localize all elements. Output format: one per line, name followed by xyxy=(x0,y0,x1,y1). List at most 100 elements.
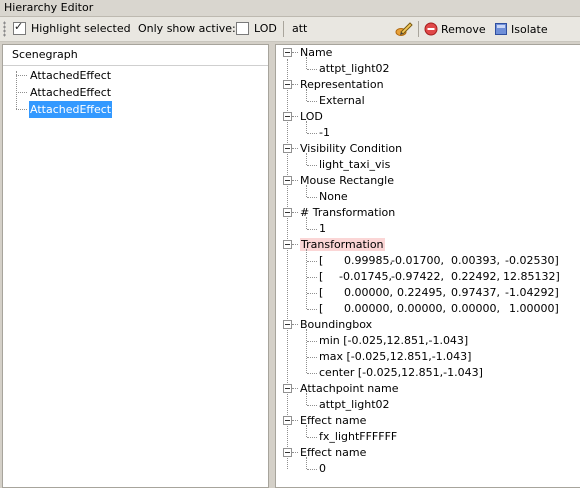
tree-leaf[interactable]: External xyxy=(276,89,576,109)
tree-line xyxy=(306,121,307,133)
tree-node-representation[interactable]: Representation xyxy=(276,77,576,93)
tree-leaf[interactable]: None xyxy=(276,185,576,205)
tree-node-name[interactable]: Name xyxy=(276,45,576,61)
matrix-row[interactable]: [ 0.00000, 0.00000, 0.00000, 1.00000] xyxy=(276,301,576,317)
tree-line xyxy=(306,457,307,469)
matrix-cell: 0.00000, xyxy=(451,302,500,315)
collapse-icon[interactable] xyxy=(283,320,292,329)
scenegraph-item-label: AttachedEffect xyxy=(30,86,112,99)
scenegraph-item[interactable]: AttachedEffect xyxy=(15,84,265,101)
tree-node-effect-name[interactable]: Effect name xyxy=(276,445,576,461)
tree-line xyxy=(16,109,27,110)
matrix-cell: -1.04292] xyxy=(505,286,559,299)
tree-node-boundingbox[interactable]: Boundingbox xyxy=(276,317,576,333)
collapse-icon[interactable] xyxy=(283,240,292,249)
toolbar-grip[interactable] xyxy=(3,21,6,37)
tree-leaf[interactable]: -1 xyxy=(276,121,576,141)
tree-leaf[interactable]: attpt_light02 xyxy=(276,57,576,77)
collapse-icon[interactable] xyxy=(283,80,292,89)
remove-label: Remove xyxy=(441,22,486,36)
tree-line xyxy=(306,217,307,229)
matrix-cell: 0.99985, xyxy=(344,254,393,267)
tree-line xyxy=(292,84,298,85)
scenegraph-panel: Scenegraph AttachedEffect AttachedEffect… xyxy=(2,44,269,488)
tree-leaf[interactable]: 0 xyxy=(276,457,576,477)
matrix-cell: 1.00000] xyxy=(509,302,559,315)
tree-line xyxy=(307,133,317,134)
tree-node-mouse-rectangle[interactable]: Mouse Rectangle xyxy=(276,173,576,189)
tree-line xyxy=(307,357,317,358)
matrix-cell: 0.00000, xyxy=(344,302,393,315)
node-label-highlighted: Transformation xyxy=(300,238,385,251)
matrix-cell: 0.22495, xyxy=(397,286,446,299)
scenegraph-header: Scenegraph xyxy=(3,45,268,66)
tree-line xyxy=(292,52,298,53)
tree-line xyxy=(292,452,298,453)
node-label: # Transformation xyxy=(300,206,396,219)
tree-line xyxy=(306,153,307,165)
node-label: Representation xyxy=(300,78,384,91)
isolate-button[interactable]: Isolate xyxy=(494,21,548,37)
tree-leaf[interactable]: attpt_light02 xyxy=(276,393,576,413)
search-input[interactable] xyxy=(289,20,390,37)
tree-leaf[interactable]: center [-0.025,12.851,-1.043] xyxy=(276,365,576,381)
edit-button[interactable] xyxy=(395,21,413,37)
tree-leaf[interactable]: max [-0.025,12.851,-1.043] xyxy=(276,349,576,365)
matrix-row[interactable]: [ -0.01745, -0.97422, 0.22492, 12.85132] xyxy=(276,269,576,285)
isolate-icon xyxy=(495,23,507,35)
remove-button[interactable]: Remove xyxy=(424,21,486,37)
tree-line xyxy=(292,148,298,149)
matrix-cell: -0.01700, xyxy=(391,254,444,267)
collapse-icon[interactable] xyxy=(283,176,292,185)
tree-node-transformation[interactable]: Transformation xyxy=(276,237,576,253)
collapse-icon[interactable] xyxy=(283,448,292,457)
tree-line xyxy=(307,309,317,310)
collapse-icon[interactable] xyxy=(283,208,292,217)
matrix-cell: 0.00000, xyxy=(397,302,446,315)
node-label: Boundingbox xyxy=(300,318,373,331)
tree-node-lod[interactable]: LOD xyxy=(276,109,576,125)
tree-line xyxy=(307,277,317,278)
matrix-cell: 0.00000, xyxy=(344,286,393,299)
scenegraph-item[interactable]: AttachedEffect xyxy=(15,67,265,84)
tree-leaf[interactable]: light_taxi_vis xyxy=(276,153,576,173)
leaf-value: min [-0.025,12.851,-1.043] xyxy=(319,334,469,347)
lod-checkbox[interactable] xyxy=(236,22,249,35)
collapse-icon[interactable] xyxy=(283,48,292,57)
tree-line xyxy=(307,261,317,262)
leaf-value: attpt_light02 xyxy=(319,62,390,75)
collapse-icon[interactable] xyxy=(283,144,292,153)
tree-node-visibility-condition[interactable]: Visibility Condition xyxy=(276,141,576,157)
node-label: Name xyxy=(300,46,333,59)
matrix-row[interactable]: [ 0.99985, -0.01700, 0.00393, -0.02530] xyxy=(276,253,576,269)
tree-line xyxy=(307,373,317,374)
node-label: Visibility Condition xyxy=(300,142,403,155)
scenegraph-item-selected[interactable]: AttachedEffect xyxy=(15,101,265,118)
matrix-row[interactable]: [ 0.00000, 0.22495, 0.97437, -1.04292] xyxy=(276,285,576,301)
collapse-icon[interactable] xyxy=(283,112,292,121)
matrix-cell: 0.97437, xyxy=(451,286,500,299)
highlight-selected-checkbox[interactable] xyxy=(13,20,26,35)
tree-leaf[interactable]: 1 xyxy=(276,217,576,237)
scenegraph-item-label: AttachedEffect xyxy=(30,69,112,82)
matrix-cell: -0.02530] xyxy=(505,254,559,267)
leaf-value: None xyxy=(319,190,348,203)
tree-line xyxy=(307,405,317,406)
tree-line xyxy=(306,425,307,437)
tree-line xyxy=(16,75,27,76)
tree-line xyxy=(307,341,317,342)
tree-node-attachpoint-name[interactable]: Attachpoint name xyxy=(276,381,576,397)
tree-line xyxy=(292,420,298,421)
matrix-bracket: [ xyxy=(319,302,324,315)
collapse-icon[interactable] xyxy=(283,384,292,393)
tree-leaf[interactable]: min [-0.025,12.851,-1.043] xyxy=(276,333,576,349)
collapse-icon[interactable] xyxy=(283,416,292,425)
matrix-cell: 0.22492, xyxy=(451,270,500,283)
tree-leaf[interactable]: fx_lightFFFFFF xyxy=(276,425,576,445)
tree-line xyxy=(307,437,317,438)
tree-node-effect-name[interactable]: Effect name xyxy=(276,413,576,429)
highlight-selected-label[interactable]: Highlight selected xyxy=(31,22,131,35)
node-label: Attachpoint name xyxy=(300,382,399,395)
lod-label[interactable]: LOD xyxy=(254,22,277,35)
tree-node-transformation-count[interactable]: # Transformation xyxy=(276,205,576,221)
